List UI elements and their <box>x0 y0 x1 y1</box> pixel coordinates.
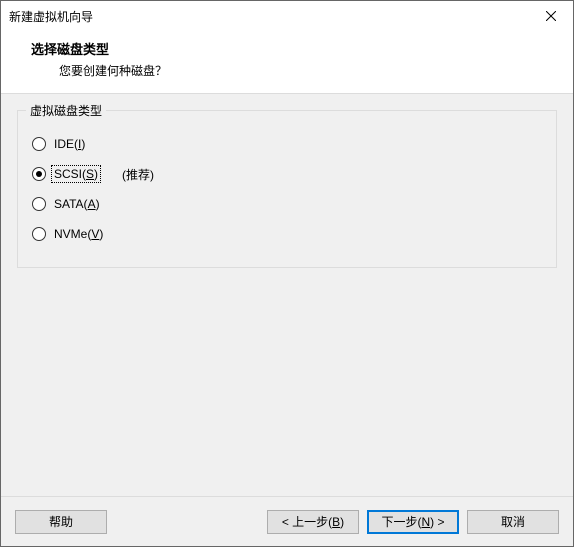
wizard-header: 选择磁盘类型 您要创建何种磁盘？ <box>1 31 573 93</box>
help-button-label: 帮助 <box>49 513 73 530</box>
option-ide[interactable]: IDE(I) <box>32 129 542 159</box>
radio-nvme[interactable] <box>32 227 46 241</box>
disk-type-group: 虚拟磁盘类型 IDE(I) SCSI(S) (推荐) SATA(A) NVMe(… <box>17 110 557 268</box>
radio-ide-label: IDE(I) <box>52 136 87 152</box>
page-subtitle: 您要创建何种磁盘？ <box>31 62 557 79</box>
radio-nvme-label: NVMe(V) <box>52 226 105 242</box>
window-title: 新建虚拟机向导 <box>9 8 93 25</box>
cancel-button-label: 取消 <box>501 513 525 530</box>
option-sata[interactable]: SATA(A) <box>32 189 542 219</box>
radio-sata[interactable] <box>32 197 46 211</box>
back-button-label: < 上一步(B) <box>282 513 344 530</box>
next-button[interactable]: 下一步(N) > <box>367 510 459 534</box>
titlebar: 新建虚拟机向导 <box>1 1 573 31</box>
option-scsi[interactable]: SCSI(S) (推荐) <box>32 159 542 189</box>
wizard-footer: 帮助 < 上一步(B) 下一步(N) > 取消 <box>1 496 573 546</box>
radio-scsi-label: SCSI(S) <box>52 166 100 182</box>
recommended-label: (推荐) <box>122 166 154 183</box>
group-legend: 虚拟磁盘类型 <box>26 102 106 119</box>
close-icon <box>546 11 556 21</box>
next-button-label: 下一步(N) > <box>381 513 444 530</box>
cancel-button[interactable]: 取消 <box>467 510 559 534</box>
back-button[interactable]: < 上一步(B) <box>267 510 359 534</box>
option-nvme[interactable]: NVMe(V) <box>32 219 542 249</box>
radio-scsi[interactable] <box>32 167 46 181</box>
help-button[interactable]: 帮助 <box>15 510 107 534</box>
page-title: 选择磁盘类型 <box>31 39 557 58</box>
wizard-window: 新建虚拟机向导 选择磁盘类型 您要创建何种磁盘？ 虚拟磁盘类型 IDE(I) S… <box>0 0 574 547</box>
close-button[interactable] <box>528 1 573 31</box>
wizard-body: 虚拟磁盘类型 IDE(I) SCSI(S) (推荐) SATA(A) NVMe(… <box>1 94 573 496</box>
radio-ide[interactable] <box>32 137 46 151</box>
radio-sata-label: SATA(A) <box>52 196 102 212</box>
